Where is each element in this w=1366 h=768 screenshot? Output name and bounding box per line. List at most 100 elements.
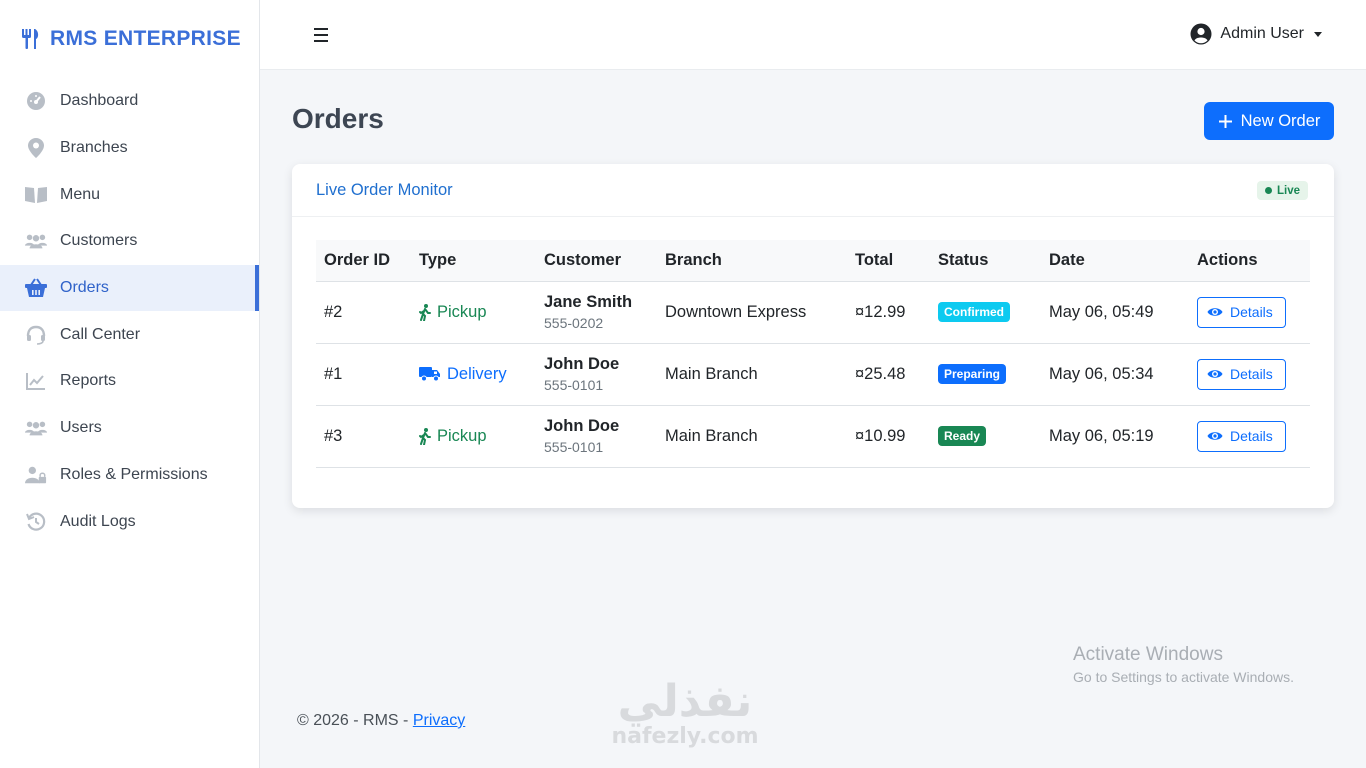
customer-name: John Doe — [544, 417, 620, 435]
walking-person-icon — [419, 303, 431, 321]
walking-person-icon — [419, 427, 431, 445]
status-badge: Ready — [938, 426, 987, 446]
eye-icon — [1207, 432, 1223, 440]
sidebar-item-label: Audit Logs — [60, 512, 136, 530]
plus-icon — [1218, 114, 1232, 128]
sidebar-item-label: Branches — [60, 139, 128, 157]
table-row: #1 Delivery John Doe 555-0101 Main Branc… — [316, 343, 1310, 406]
brand-name: RMS ENTERPRISE — [50, 27, 241, 50]
branch-cell: Main Branch — [657, 405, 847, 468]
page-title: Orders — [292, 103, 384, 134]
basket-icon — [25, 277, 47, 299]
new-order-button[interactable]: New Order — [1204, 102, 1334, 140]
footer: © 2026 - RMS - Privacy — [297, 712, 465, 730]
sidebar-item-branches[interactable]: Branches — [0, 125, 259, 172]
order-id-cell: #1 — [316, 343, 411, 406]
hamburger-menu-icon[interactable] — [314, 24, 334, 46]
eye-icon — [1207, 370, 1223, 378]
book-open-icon — [25, 184, 47, 206]
details-button[interactable]: Details — [1197, 420, 1286, 452]
eye-icon — [1207, 308, 1223, 316]
column-header-type[interactable]: Type — [411, 240, 536, 282]
details-label: Details — [1230, 366, 1273, 382]
sidebar-item-audit-logs[interactable]: Audit Logs — [0, 498, 259, 545]
customer-phone: 555-0101 — [544, 377, 604, 393]
status-cell: Preparing — [930, 343, 1041, 406]
total-cell: ¤10.99 — [847, 405, 930, 468]
column-header-total[interactable]: Total — [847, 240, 930, 282]
live-dot-icon — [1264, 187, 1272, 194]
sidebar-item-label: Menu — [60, 185, 101, 203]
type-cell: Pickup — [411, 281, 536, 344]
users-group-icon — [25, 417, 47, 439]
date-cell: May 06, 05:49 — [1041, 281, 1189, 344]
column-header-branch[interactable]: Branch — [657, 240, 847, 282]
type-cell: Pickup — [411, 405, 536, 468]
column-header-status[interactable]: Status — [930, 240, 1041, 282]
brand-logo[interactable]: RMS ENTERPRISE — [0, 0, 259, 78]
sidebar-item-orders[interactable]: Orders — [0, 264, 259, 312]
sidebar-item-users[interactable]: Users — [0, 405, 259, 452]
sidebar-item-label: Dashboard — [60, 92, 139, 110]
details-button[interactable]: Details — [1197, 358, 1286, 390]
details-button[interactable]: Details — [1197, 296, 1286, 328]
sidebar-item-customers[interactable]: Customers — [0, 218, 259, 265]
line-chart-icon — [25, 370, 47, 392]
actions-cell: Details — [1189, 343, 1310, 406]
users-icon — [25, 230, 47, 252]
sidebar-item-reports[interactable]: Reports — [0, 358, 259, 405]
sidebar-item-label: Orders — [60, 279, 109, 297]
customer-cell: John Doe 555-0101 — [536, 343, 657, 406]
date-cell: May 06, 05:19 — [1041, 405, 1189, 468]
column-header-date[interactable]: Date — [1041, 240, 1189, 282]
site-watermark: نفذلي nafezly.com — [600, 676, 770, 749]
order-id-cell: #3 — [316, 405, 411, 468]
activate-windows-title: Activate Windows — [1073, 644, 1223, 665]
column-header-actions: Actions — [1189, 240, 1310, 282]
headset-icon — [25, 324, 47, 346]
status-cell: Ready — [930, 405, 1041, 468]
live-label: Live — [1276, 184, 1300, 197]
sidebar: RMS ENTERPRISE Dashboard Branches Menu C… — [0, 0, 260, 768]
sidebar-item-label: Customers — [60, 232, 138, 250]
sidebar-item-call-center[interactable]: Call Center — [0, 311, 259, 358]
orders-table: Order ID Type Customer Branch Total Stat… — [316, 240, 1310, 468]
customer-phone: 555-0202 — [544, 315, 604, 331]
order-type-label: Pickup — [437, 426, 487, 445]
delivery-truck-icon — [419, 367, 440, 382]
sidebar-item-label: Users — [60, 419, 102, 437]
sidebar-item-menu[interactable]: Menu — [0, 171, 259, 218]
order-id-cell: #2 — [316, 281, 411, 344]
customer-cell: Jane Smith 555-0202 — [536, 281, 657, 344]
total-cell: ¤12.99 — [847, 281, 930, 344]
status-badge: Confirmed — [938, 302, 1010, 322]
actions-cell: Details — [1189, 281, 1310, 344]
map-pin-icon — [25, 137, 47, 159]
watermark-arabic: نفذلي — [617, 676, 753, 727]
footer-copyright: © 2026 - RMS - — [297, 712, 413, 729]
sidebar-item-dashboard[interactable]: Dashboard — [0, 78, 259, 125]
column-header-customer[interactable]: Customer — [536, 240, 657, 282]
privacy-link[interactable]: Privacy — [413, 712, 465, 729]
utensils-icon — [22, 29, 39, 49]
sidebar-item-roles-permissions[interactable]: Roles & Permissions — [0, 452, 259, 499]
card-title: Live Order Monitor — [316, 181, 453, 199]
new-order-label: New Order — [1240, 111, 1321, 130]
card-header: Live Order Monitor Live — [292, 164, 1334, 217]
user-lock-icon — [25, 464, 47, 486]
sidebar-item-label: Call Center — [60, 325, 141, 343]
user-circle-icon — [1190, 23, 1212, 45]
watermark-latin: nafezly.com — [611, 724, 759, 749]
chevron-down-icon — [1314, 31, 1322, 37]
table-header-row: Order ID Type Customer Branch Total Stat… — [316, 240, 1310, 282]
activate-windows-subtitle: Go to Settings to activate Windows. — [1073, 669, 1294, 685]
branch-cell: Downtown Express — [657, 281, 847, 344]
activate-windows-watermark: Activate Windows Go to Settings to activ… — [1073, 644, 1294, 685]
customer-cell: John Doe 555-0101 — [536, 405, 657, 468]
user-dropdown[interactable]: Admin User — [1190, 23, 1322, 45]
topbar: Admin User — [260, 0, 1366, 70]
history-icon — [25, 511, 47, 533]
sidebar-item-label: Roles & Permissions — [60, 465, 208, 483]
column-header-order-id[interactable]: Order ID — [316, 240, 411, 282]
live-order-monitor-card: Live Order Monitor Live Order ID Type Cu… — [292, 164, 1334, 508]
